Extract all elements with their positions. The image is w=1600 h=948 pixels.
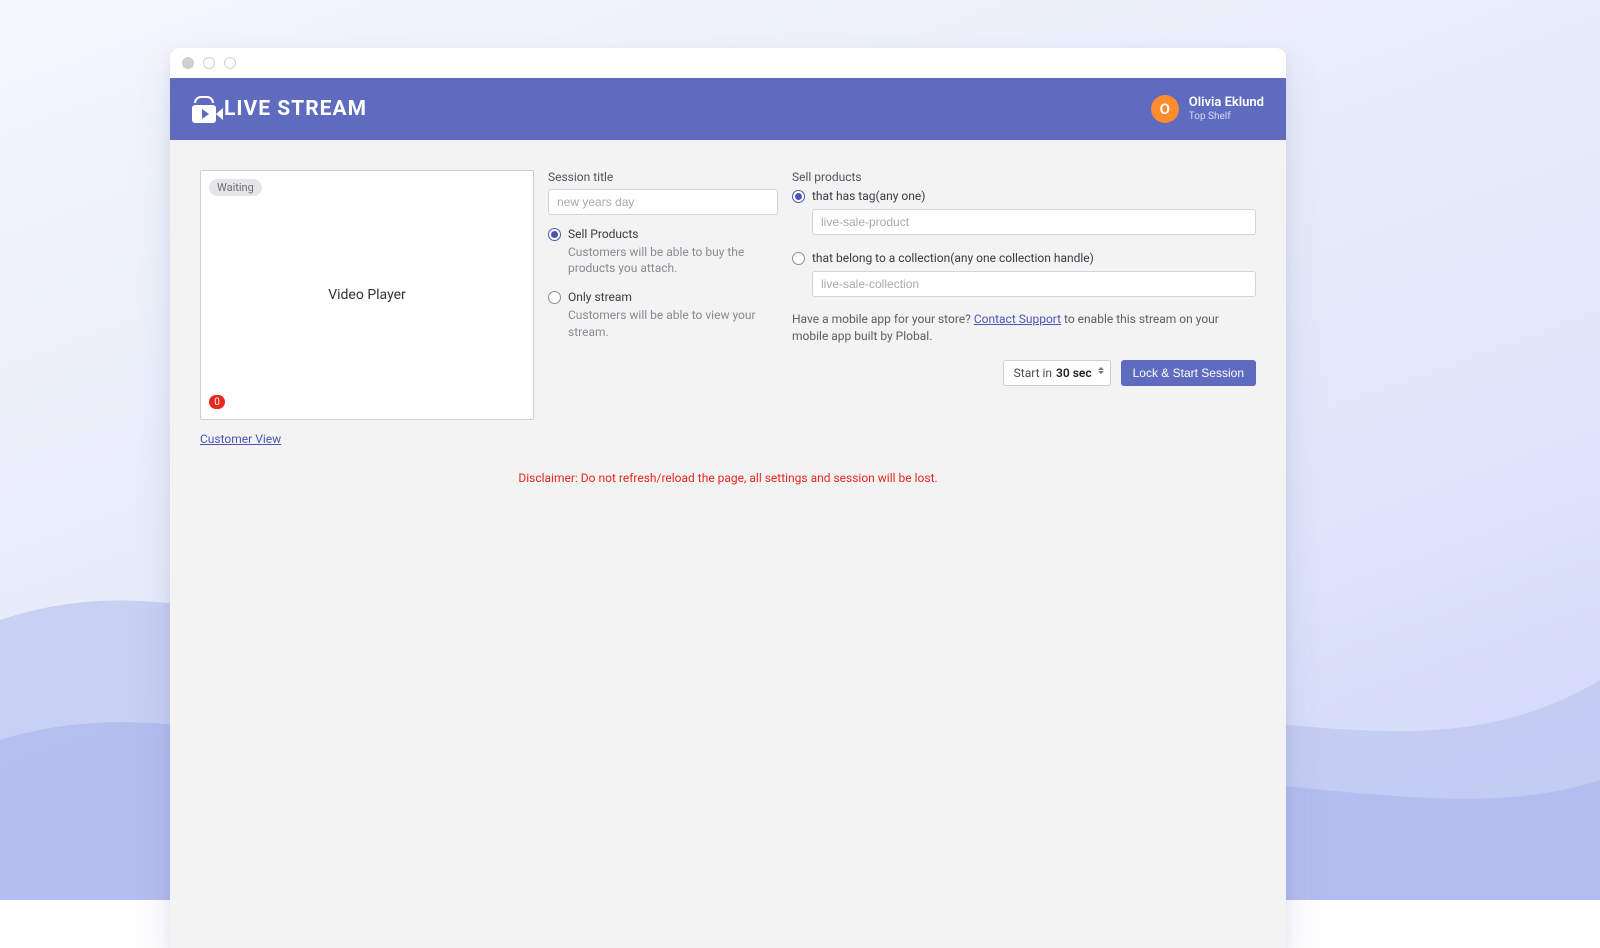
app-window: LIVE STREAM O Olivia Eklund Top Shelf Wa… (170, 48, 1286, 948)
lock-start-session-button[interactable]: Lock & Start Session (1121, 360, 1256, 386)
user-name: Olivia Eklund (1189, 96, 1264, 110)
disclaimer-text: Disclaimer: Do not refresh/reload the pa… (200, 471, 1256, 485)
window-dot-max[interactable] (224, 57, 236, 69)
filter-collection-label: that belong to a collection(any one coll… (812, 251, 1094, 265)
session-title-input[interactable] (548, 189, 778, 215)
brand: LIVE STREAM (192, 96, 367, 123)
window-dot-min[interactable] (203, 57, 215, 69)
radio-only-stream[interactable] (548, 291, 561, 304)
radio-sell-products[interactable] (548, 228, 561, 241)
brand-name: LIVE STREAM (224, 97, 367, 121)
support-note: Have a mobile app for your store? Contac… (792, 311, 1256, 346)
session-title-label: Session title (548, 170, 778, 184)
mode-only-desc: Customers will be able to view your stre… (568, 307, 778, 339)
user-subtitle: Top Shelf (1189, 111, 1264, 122)
user-menu[interactable]: O Olivia Eklund Top Shelf (1151, 95, 1264, 123)
left-column: Waiting Video Player 0 Customer View (200, 170, 534, 447)
customer-view-link[interactable]: Customer View (200, 432, 281, 446)
viewer-count-badge: 0 (209, 395, 225, 409)
filter-tag-label: that has tag(any one) (812, 189, 925, 203)
collection-input[interactable] (812, 271, 1256, 297)
start-delay-select[interactable]: Start in 30 sec (1003, 360, 1111, 386)
mode-only-stream[interactable]: Only stream Customers will be able to vi… (548, 290, 778, 339)
mode-sell-label: Sell Products (568, 227, 778, 241)
tag-input[interactable] (812, 209, 1256, 235)
app-header: LIVE STREAM O Olivia Eklund Top Shelf (170, 78, 1286, 140)
filter-by-collection[interactable]: that belong to a collection(any one coll… (792, 251, 1256, 265)
mode-sell-products[interactable]: Sell Products Customers will be able to … (548, 227, 778, 276)
video-status-badge: Waiting (209, 179, 262, 196)
mode-sell-desc: Customers will be able to buy the produc… (568, 244, 778, 276)
radio-filter-collection[interactable] (792, 252, 805, 265)
chevron-updown-icon (1098, 367, 1104, 374)
sell-products-heading: Sell products (792, 170, 1256, 184)
video-player: Waiting Video Player 0 (200, 170, 534, 420)
contact-support-link[interactable]: Contact Support (974, 312, 1061, 326)
filter-by-tag[interactable]: that has tag(any one) (792, 189, 1256, 203)
video-player-label: Video Player (328, 287, 406, 303)
avatar: O (1151, 95, 1179, 123)
session-settings: Session title Sell Products Customers wi… (548, 170, 778, 340)
sell-products-panel: Sell products that has tag(any one) that… (792, 170, 1256, 386)
radio-filter-tag[interactable] (792, 190, 805, 203)
window-titlebar (170, 48, 1286, 78)
brand-icon (192, 96, 216, 123)
window-dot-close[interactable] (182, 57, 194, 69)
mode-only-label: Only stream (568, 290, 778, 304)
